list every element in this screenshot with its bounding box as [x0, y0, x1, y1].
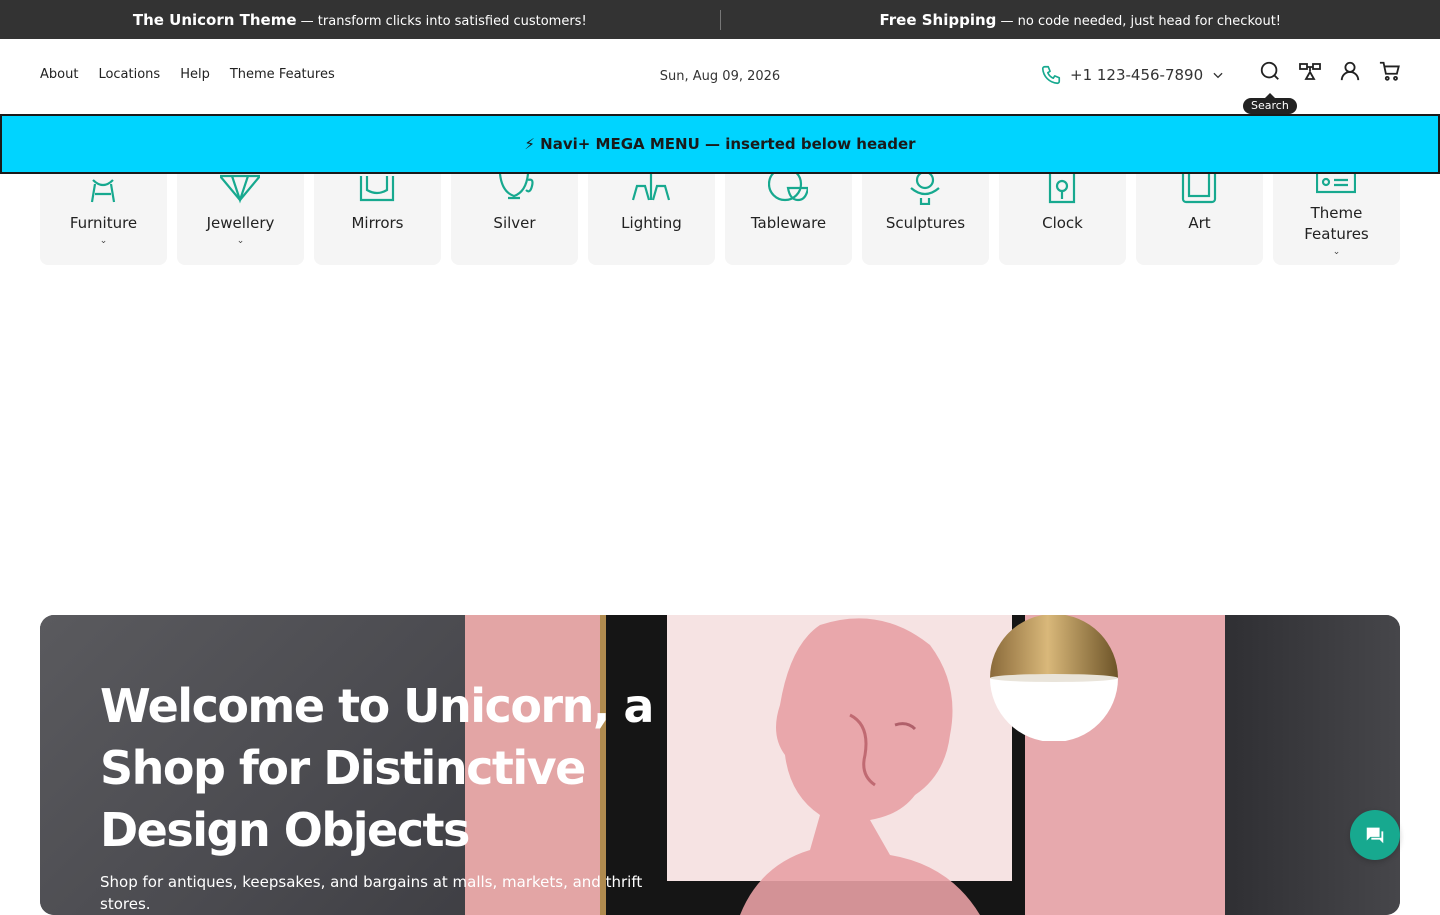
header-icons [1258, 59, 1402, 83]
category-label: Mirrors [314, 214, 441, 232]
category-label: Theme Features [1273, 203, 1400, 245]
category-label-text: Theme Features [1302, 203, 1372, 245]
phone-selector[interactable]: +1 123-456-7890 [1040, 64, 1225, 86]
chat-icon [1364, 824, 1386, 846]
category-label: Sculptures [862, 214, 989, 232]
announcement-right-text: — no code needed, just head for checkout… [996, 14, 1281, 29]
chevron-down-icon: ⌄ [177, 236, 304, 246]
hero-title: Welcome to Unicorn, a Shop for Distincti… [100, 675, 680, 861]
category-label: Clock [999, 214, 1126, 232]
search-icon[interactable] [1258, 59, 1282, 83]
site-header: About Locations Help Theme Features Sun,… [0, 39, 1440, 114]
compare-icon[interactable] [1298, 59, 1322, 83]
phone-icon [1040, 64, 1062, 86]
hero-banner: Welcome to Unicorn, a Shop for Distincti… [40, 615, 1400, 915]
chevron-down-icon: ⌄ [40, 236, 167, 246]
announcement-bar: The Unicorn Theme — transform clicks int… [0, 0, 1440, 39]
category-label: Art [1136, 214, 1263, 232]
phone-number: +1 123-456-7890 [1070, 66, 1203, 84]
category-label: Jewellery [177, 214, 304, 232]
category-label: Furniture [40, 214, 167, 232]
chat-button[interactable] [1350, 810, 1400, 860]
announcement-right-bold: Free Shipping [879, 11, 996, 29]
category-label: Silver [451, 214, 578, 232]
pendant-lamp-illustration [988, 615, 1120, 741]
hero-subtitle: Shop for antiques, keepsakes, and bargai… [100, 871, 660, 915]
search-tooltip: Search [1243, 98, 1297, 114]
announcement-left: The Unicorn Theme — transform clicks int… [0, 11, 720, 29]
category-label: Tableware [725, 214, 852, 232]
account-icon[interactable] [1338, 59, 1362, 83]
announcement-left-bold: The Unicorn Theme [133, 11, 297, 29]
chevron-down-icon [1211, 68, 1225, 82]
category-label: Lighting [588, 214, 715, 232]
hero-bust-illustration [700, 615, 1000, 915]
cart-icon[interactable] [1378, 59, 1402, 83]
chevron-down-icon: ⌄ [1273, 247, 1400, 257]
announcement-left-text: — transform clicks into satisfied custom… [297, 14, 587, 29]
announcement-right: Free Shipping — no code needed, just hea… [721, 11, 1440, 29]
mega-menu-banner[interactable]: ⚡ Navi+ MEGA MENU — inserted below heade… [0, 114, 1440, 174]
hero-dark-wall [1225, 615, 1400, 915]
